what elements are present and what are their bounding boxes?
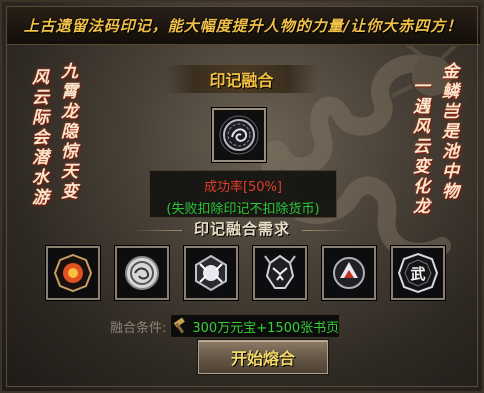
right-poem-inner: 一遇风云变化龙: [409, 77, 429, 217]
fire-bagua-seal-icon: [53, 253, 93, 293]
wu-bagua-seal-icon: 武: [397, 252, 439, 294]
result-seal-slot[interactable]: [212, 108, 266, 162]
wu-character: 武: [410, 265, 425, 283]
requirements-header: 印记融合需求: [132, 218, 352, 240]
left-poem-inner: 九霄龙隐惊天变: [57, 62, 77, 202]
material-slot-6[interactable]: 武: [391, 246, 445, 300]
divider-right: [302, 230, 352, 231]
panel-title: 印记融合: [209, 71, 274, 90]
material-slot-3[interactable]: [184, 246, 238, 300]
result-seal-icon: [219, 115, 259, 155]
failure-note-text: (失败扣除印记不扣除货币): [166, 202, 320, 217]
condition-cost-box: 300万元宝+1500张书页: [170, 314, 341, 338]
material-slot-5[interactable]: [322, 246, 376, 300]
fusion-info-box: 成功率[50%] (失败扣除印记不扣除货币): [149, 170, 337, 218]
fusion-condition-row: 融合条件: 300万元宝+1500张书页: [110, 314, 341, 338]
material-slot-1[interactable]: [46, 246, 100, 300]
condition-label: 融合条件:: [110, 320, 167, 336]
requirements-title: 印记融合需求: [193, 220, 290, 238]
flame-emblem-seal-icon: [333, 257, 365, 289]
banner-text: 上古遗留法码印记，能大幅度提升人物的力量/让你大赤四方！: [23, 16, 463, 35]
dragon-emblem-seal-icon: [195, 254, 227, 292]
dragon-head-seal-icon: [264, 254, 296, 289]
fusion-window: 上古遗留法码印记，能大幅度提升人物的力量/让你大赤四方！ 印记融合 风云际会潜水…: [0, 0, 484, 393]
dragon-coin-seal-icon: [125, 256, 159, 290]
divider-left: [132, 230, 182, 231]
start-fusion-button[interactable]: 开始熔合: [198, 340, 328, 374]
material-slot-4[interactable]: [253, 246, 307, 300]
condition-cost: 300万元宝+1500张书页: [192, 320, 340, 336]
left-poem-outer: 风云际会潜水游: [28, 68, 48, 208]
right-poem-outer: 金鳞岂是池中物: [438, 62, 458, 202]
top-banner: 上古遗留法码印记，能大幅度提升人物的力量/让你大赤四方！: [6, 6, 480, 45]
panel-title-bar: 印记融合: [164, 65, 319, 93]
hammer-icon: [174, 317, 186, 334]
success-rate-text: 成功率[50%]: [203, 180, 283, 195]
material-slots: 武: [2, 246, 484, 304]
material-slot-2[interactable]: [115, 246, 169, 300]
start-fusion-label: 开始熔合: [230, 349, 295, 368]
